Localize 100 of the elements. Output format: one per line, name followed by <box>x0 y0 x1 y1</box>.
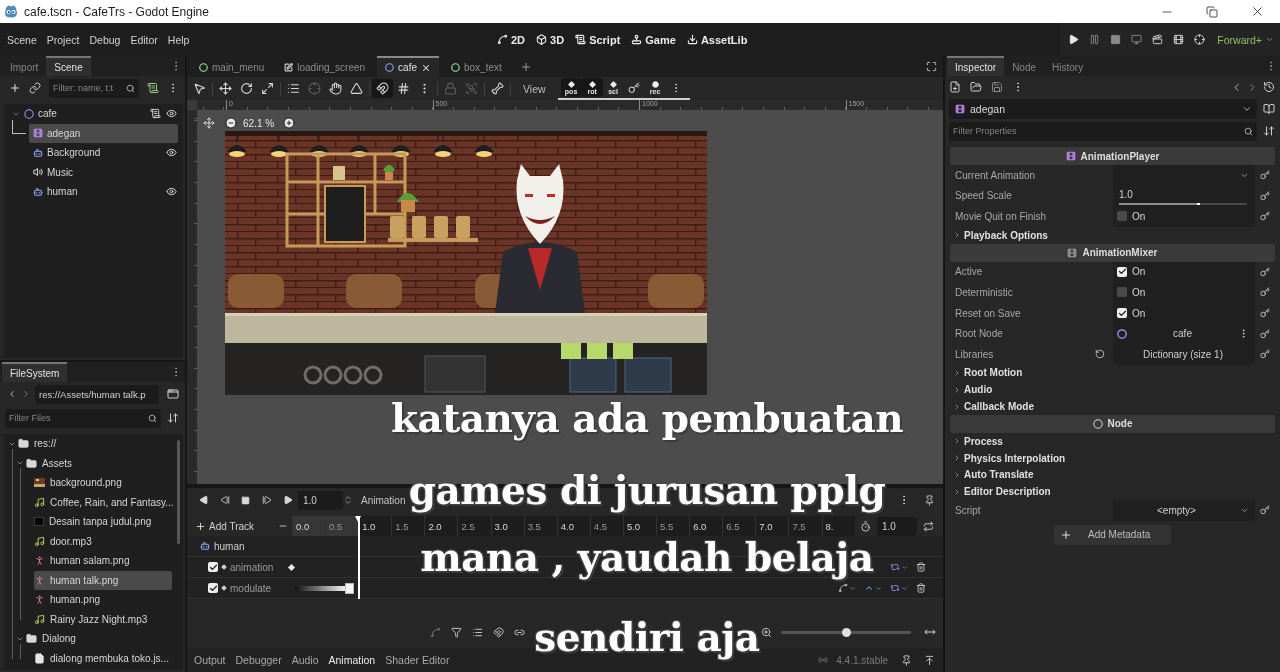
slider-field[interactable]: 1.0 <box>1113 185 1255 207</box>
checkbox-icon[interactable] <box>208 583 218 593</box>
move-icon[interactable] <box>219 82 232 95</box>
filter-field[interactable]: Filter Properties <box>949 121 1240 141</box>
file-tab[interactable]: main_menu <box>191 56 273 77</box>
tree-item[interactable]: Music <box>29 162 178 182</box>
dropdown-field[interactable] <box>1113 165 1255 186</box>
filter-icon[interactable] <box>451 626 462 638</box>
scroll-icon[interactable] <box>147 82 159 94</box>
triangle-icon[interactable] <box>350 82 363 95</box>
file-tab[interactable]: cafe <box>377 56 439 77</box>
fullscreen-icon[interactable] <box>926 61 937 72</box>
object-selector[interactable]: adegan <box>949 99 1257 119</box>
property-group[interactable]: Auto Translate <box>950 466 1275 484</box>
bottom-tab[interactable]: Debugger <box>230 654 287 666</box>
dock-tab[interactable]: Inspector <box>947 56 1005 76</box>
move-icon[interactable] <box>203 117 215 129</box>
bottom-tab[interactable]: Output <box>189 654 231 666</box>
pin-icon[interactable] <box>901 654 912 666</box>
speed-field[interactable]: 1.0 <box>298 490 343 510</box>
bone-icon[interactable] <box>491 82 504 95</box>
list-icon[interactable] <box>472 626 483 638</box>
property-group[interactable]: Root Motion <box>950 364 1275 382</box>
file-item[interactable]: res:// <box>18 434 172 454</box>
menu-item[interactable]: Debug <box>89 33 121 46</box>
dock-tab[interactable]: Node <box>1004 56 1045 76</box>
zoom-out-icon[interactable] <box>225 117 237 129</box>
key-icon[interactable] <box>1260 170 1270 181</box>
menu-item[interactable]: Scene <box>7 33 37 46</box>
file-tab[interactable]: loading_screen <box>276 56 374 77</box>
animation-menu[interactable]: Animation <box>359 494 408 506</box>
workspace-tab[interactable]: Script <box>575 33 621 46</box>
property-group[interactable]: Process <box>950 432 1275 450</box>
file-item[interactable]: Coffee, Rain, and Fantasy... <box>34 492 174 512</box>
add-icon[interactable] <box>519 60 532 73</box>
step-forward-icon[interactable] <box>261 495 272 505</box>
file-item[interactable]: Desain tanpa judul.png <box>34 512 172 532</box>
file-plus-icon[interactable] <box>949 81 961 93</box>
filter-field[interactable]: Filter: name, t:t <box>49 78 122 98</box>
caret-up-icon[interactable] <box>864 583 874 593</box>
spinner-icon[interactable] <box>343 495 353 505</box>
back-icon[interactable] <box>7 389 17 399</box>
menu-item[interactable]: Project <box>46 33 80 46</box>
bottom-tab[interactable]: Shader Editor <box>380 654 455 666</box>
workspace-tab[interactable]: 3D <box>536 33 565 46</box>
revert-icon[interactable] <box>1095 349 1105 360</box>
slider-thumb[interactable] <box>841 627 851 637</box>
tree-item[interactable]: adegan <box>29 123 178 143</box>
menu-item[interactable]: Help <box>167 33 190 46</box>
curve-icon[interactable] <box>838 583 848 593</box>
property-group[interactable]: Editor Description <box>950 483 1275 501</box>
key-icon[interactable] <box>1260 266 1270 277</box>
history-icon[interactable] <box>1263 81 1275 93</box>
trash-icon[interactable] <box>916 562 926 572</box>
checkbox[interactable]: On <box>1117 307 1146 319</box>
property-group[interactable]: Playback Options <box>950 226 1275 244</box>
keyframe-marker[interactable] <box>345 582 354 594</box>
zoom-slider[interactable] <box>781 630 911 634</box>
file-item[interactable]: Dialong <box>26 629 172 649</box>
arrow-up-to-line-icon[interactable] <box>924 654 935 666</box>
clapperboard-icon[interactable] <box>1152 34 1164 45</box>
save-icon[interactable] <box>991 81 1003 93</box>
file-item[interactable]: dialong membuka toko.js... <box>34 648 172 668</box>
workspace-tab[interactable]: Game <box>631 33 676 46</box>
eye-icon[interactable] <box>166 108 177 120</box>
trash-icon[interactable] <box>916 583 926 593</box>
play-icon[interactable] <box>1068 34 1080 45</box>
view-menu[interactable]: View <box>517 82 552 95</box>
list-icon[interactable] <box>287 82 300 95</box>
eye-icon[interactable] <box>166 147 177 159</box>
resource-dropdown[interactable]: <empty> <box>1113 500 1255 521</box>
zoom-in-icon[interactable] <box>283 117 296 129</box>
pause-icon[interactable] <box>1089 34 1101 45</box>
close-icon[interactable] <box>1250 4 1265 19</box>
node-path-field[interactable]: cafe <box>1113 323 1255 344</box>
bottom-tab[interactable]: Animation <box>323 654 381 666</box>
dock-tab[interactable]: Scene <box>46 56 91 76</box>
tree-item[interactable]: Background <box>29 143 178 163</box>
monitor-icon[interactable] <box>1131 34 1143 45</box>
loop-icon[interactable] <box>923 520 934 532</box>
slider-track[interactable] <box>1119 202 1247 205</box>
file-item[interactable]: human talk.png <box>34 570 172 590</box>
menu-item[interactable]: Editor <box>130 33 158 46</box>
property-group[interactable]: Audio <box>950 381 1275 399</box>
magnet-icon[interactable] <box>493 626 504 638</box>
loop-icon[interactable] <box>890 583 900 593</box>
dock-tab[interactable]: Import <box>2 56 47 76</box>
folder-icon[interactable] <box>970 81 982 93</box>
pointer-icon[interactable] <box>193 82 206 95</box>
grid-icon[interactable] <box>397 82 410 95</box>
dock-tab[interactable]: History <box>1044 56 1092 76</box>
add-icon[interactable] <box>9 82 21 94</box>
file-item[interactable]: human.png <box>34 590 172 610</box>
stop-icon[interactable] <box>1110 34 1122 45</box>
loop-icon[interactable] <box>890 562 900 572</box>
checkbox[interactable]: On <box>1117 211 1146 222</box>
key-icon[interactable] <box>1260 211 1270 222</box>
file-tab[interactable]: box_text <box>443 56 510 77</box>
playhead[interactable] <box>355 516 363 599</box>
scale-icon[interactable] <box>261 82 274 95</box>
